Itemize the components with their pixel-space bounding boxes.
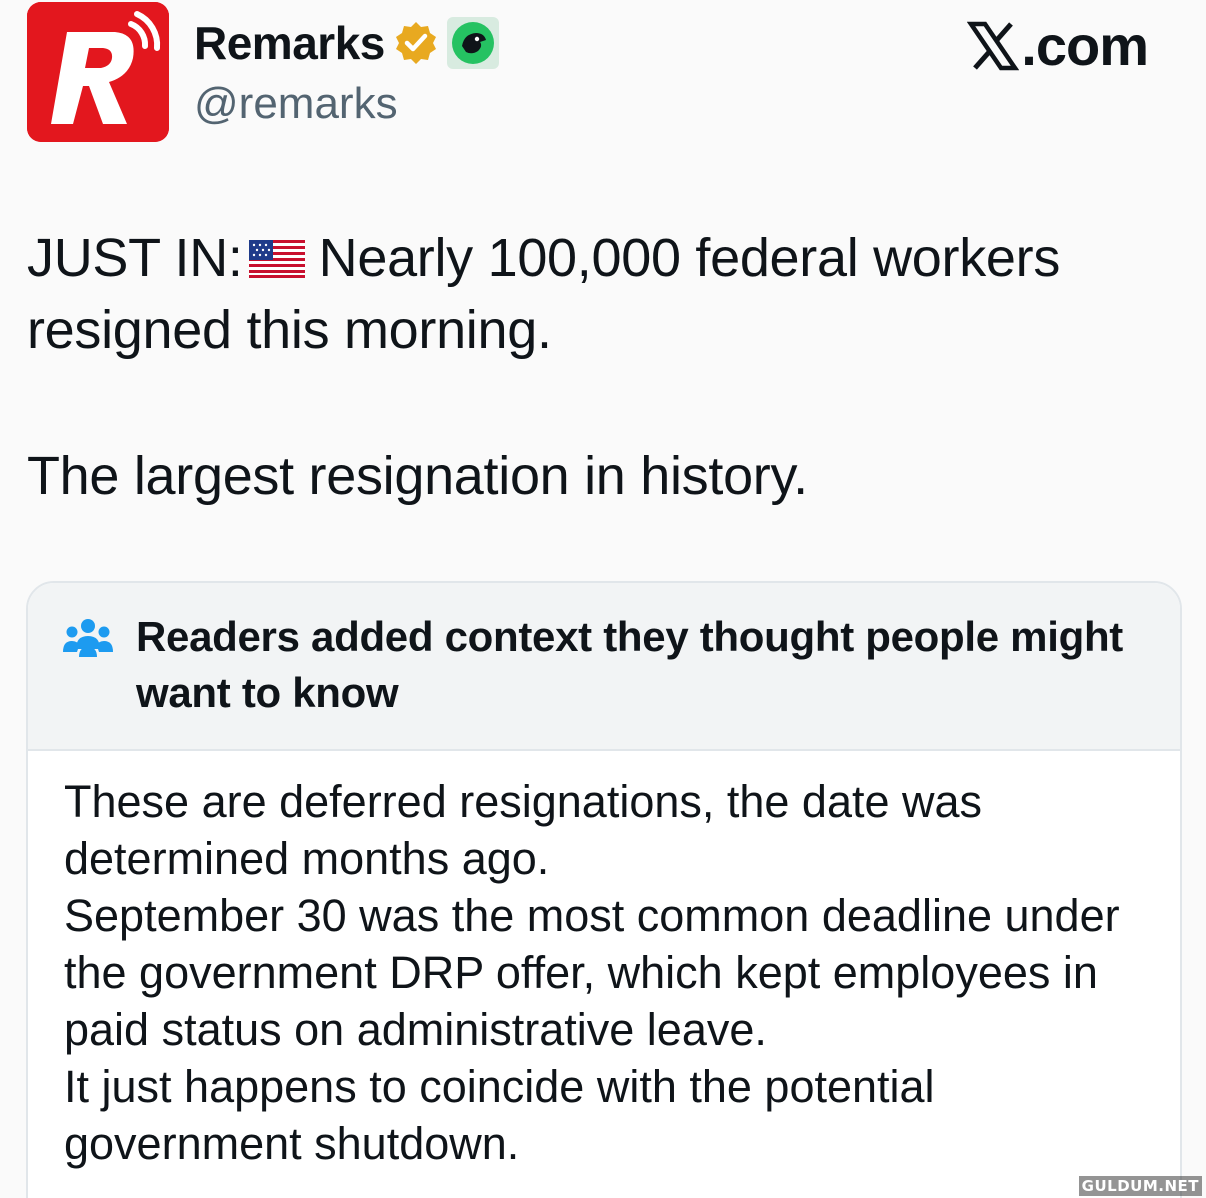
people-group-icon	[62, 617, 114, 657]
post-paragraph-2: The largest resignation in history.	[27, 446, 808, 506]
x-brand-logo: .com	[967, 14, 1149, 77]
x-logo-icon	[967, 21, 1020, 71]
note-paragraph-1: These are deferred resignations, the dat…	[64, 776, 983, 884]
community-note-header: Readers added context they thought peopl…	[28, 583, 1180, 751]
verified-badge-icon[interactable]	[393, 20, 439, 66]
x-brand-text: .com	[1021, 14, 1149, 77]
author-name-row: Remarks	[194, 14, 499, 72]
author-display-name[interactable]: Remarks	[194, 14, 385, 72]
site-watermark: GULDUM.NET	[1078, 1176, 1202, 1196]
community-note-title: Readers added context they thought peopl…	[136, 613, 1123, 716]
post-screenshot: Remarks @remarks .com JUST IN: Nearly 10…	[0, 0, 1206, 1198]
post-text: JUST IN: Nearly 100,000 federal workers …	[27, 222, 1177, 512]
community-note-card[interactable]: Readers added context they thought peopl…	[26, 581, 1182, 1198]
author-avatar[interactable]	[27, 2, 169, 142]
author-handle[interactable]: @remarks	[194, 78, 398, 130]
us-flag-icon	[248, 240, 305, 278]
note-paragraph-3: It just happens to coincide with the pot…	[64, 1061, 935, 1169]
post-prefix: JUST IN:	[27, 228, 243, 288]
post-paragraph-1: JUST IN: Nearly 100,000 federal workers …	[27, 222, 1177, 366]
community-note-body: These are deferred resignations, the dat…	[64, 773, 1154, 1172]
remarks-logo-icon	[27, 2, 169, 142]
note-paragraph-2: September 30 was the most common deadlin…	[64, 890, 1120, 1055]
affiliate-badge-icon[interactable]	[446, 17, 499, 69]
